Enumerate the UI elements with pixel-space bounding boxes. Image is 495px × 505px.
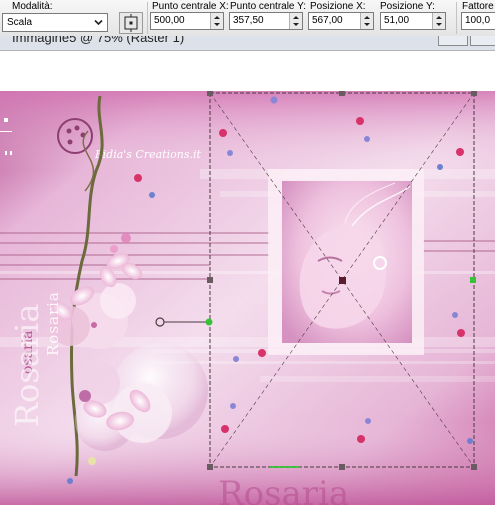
top-glow <box>0 91 495 171</box>
spin-arrows-icon <box>436 16 442 26</box>
handle-middle-left[interactable] <box>207 277 213 283</box>
center-y-spinner[interactable] <box>289 13 302 29</box>
pos-x-input[interactable]: 567,00 <box>308 12 374 30</box>
name-vertical-text: Rosaria <box>44 291 62 356</box>
pos-y-input[interactable]: 51,00 <box>380 12 446 30</box>
handle-bottom-left[interactable] <box>207 464 213 470</box>
minimize-button[interactable] <box>438 36 468 46</box>
mode-select[interactable]: Scala <box>2 13 108 32</box>
handle-middle-right[interactable] <box>470 277 476 283</box>
pos-x-label: Posizione X: <box>310 1 366 12</box>
toolbar-separator <box>147 2 148 34</box>
handle-bottom-center[interactable] <box>339 464 345 470</box>
center-x-label: Punto centrale X: <box>152 1 229 12</box>
center-anchor-button[interactable] <box>119 12 143 34</box>
pos-y-label: Posizione Y: <box>380 1 435 12</box>
center-y-value: 357,50 <box>233 15 264 26</box>
spin-arrows-icon <box>364 16 370 26</box>
name-main-text: Rosaria <box>8 304 46 427</box>
factor-label: Fattore <box>462 1 494 12</box>
spin-arrows-icon <box>293 16 299 26</box>
artwork-canvas[interactable]: Fidia's Creations.it Rosaria osaria Rosa… <box>0 91 495 505</box>
handle-top-left[interactable] <box>207 91 213 96</box>
anchor-icon <box>124 14 138 32</box>
spin-arrows-icon <box>214 16 220 26</box>
tool-options-bar: Modalità: Scala Punto centrale X: 500,00… <box>0 0 495 37</box>
center-x-spinner[interactable] <box>210 13 223 29</box>
chevron-down-icon <box>94 19 103 26</box>
center-x-value: 500,00 <box>154 15 185 26</box>
pos-y-value: 51,00 <box>384 15 410 26</box>
pos-x-spinner[interactable] <box>360 13 373 29</box>
center-x-input[interactable]: 500,00 <box>150 12 224 30</box>
center-y-input[interactable]: 357,50 <box>229 12 303 30</box>
guide-marker <box>270 466 300 468</box>
toolbar-separator <box>456 2 457 34</box>
handle-bottom-right[interactable] <box>471 464 477 470</box>
bottom-name-text: Rosaria <box>218 474 349 505</box>
mode-label: Modalità: <box>12 1 53 12</box>
maximize-button[interactable] <box>470 36 495 46</box>
document-title-bar: Immagine5 @ 75% (Raster 1) <box>0 36 495 51</box>
pos-y-spinner[interactable] <box>432 13 445 29</box>
mode-select-value: Scala <box>7 17 33 28</box>
pos-x-value: 567,00 <box>312 15 343 26</box>
factor-input[interactable]: 100,0 <box>461 12 495 30</box>
signature-text: Fidia's Creations.it <box>94 148 201 161</box>
center-y-label: Punto centrale Y: <box>230 1 306 12</box>
factor-value: 100,0 <box>465 15 491 26</box>
handle-top-right[interactable] <box>471 91 477 96</box>
handle-top-center[interactable] <box>339 91 345 96</box>
document-title: Immagine5 @ 75% (Raster 1) <box>12 36 185 45</box>
center-pivot-handle[interactable] <box>339 277 346 284</box>
